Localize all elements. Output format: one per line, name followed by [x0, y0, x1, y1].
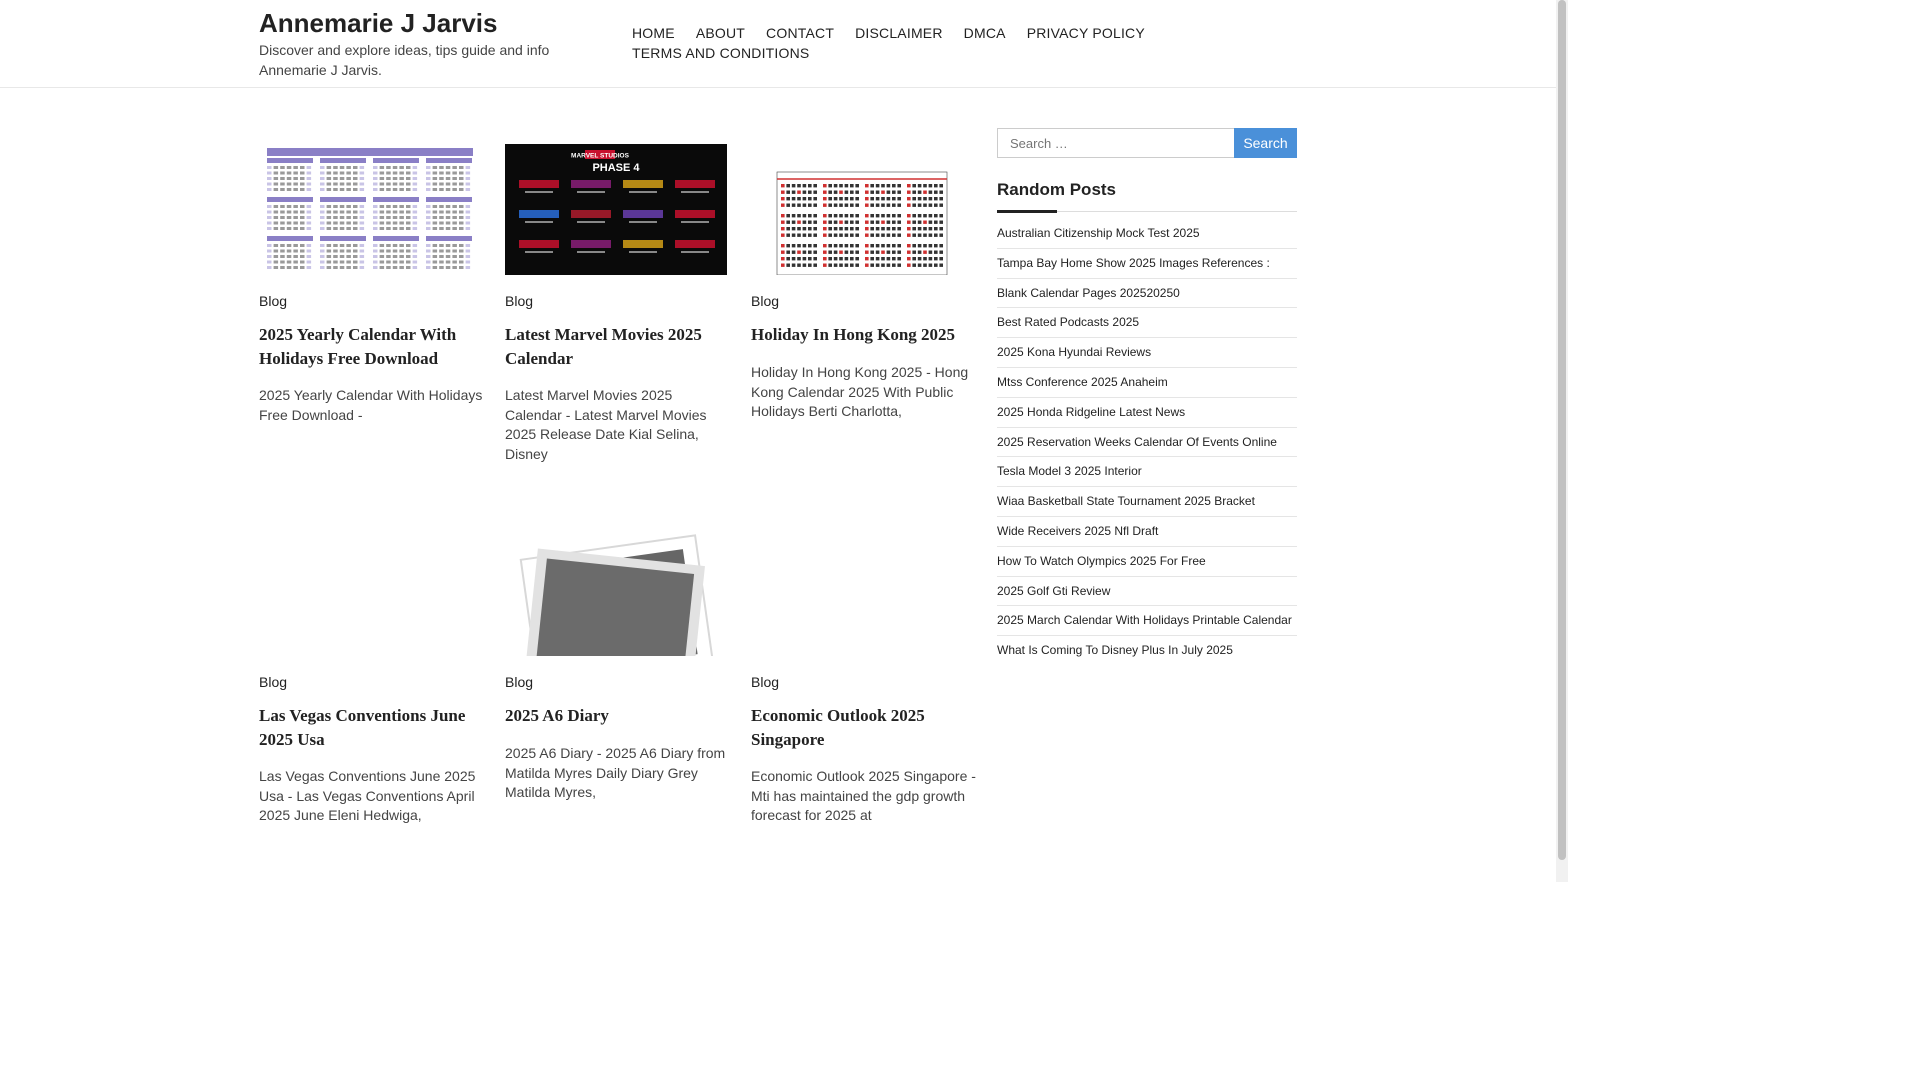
post-thumbnail-calendar[interactable] [259, 144, 481, 275]
site-title[interactable]: Annemarie J Jarvis [259, 8, 497, 39]
post-category[interactable]: Blog [505, 674, 533, 690]
random-post-link[interactable]: Best Rated Podcasts 2025 [997, 308, 1297, 339]
post-excerpt: Las Vegas Conventions June 2025 Usa - La… [259, 768, 476, 823]
post-excerpt: 2025 A6 Diary - 2025 A6 Diary from Matil… [505, 745, 726, 800]
nav-privacy-policy[interactable]: PRIVACY POLICY [1027, 23, 1145, 43]
post-category[interactable]: Blog [259, 674, 287, 690]
random-post-link[interactable]: 2025 Golf Gti Review [997, 577, 1297, 607]
post-excerpt: Latest Marvel Movies 2025 Calendar - Lat… [505, 387, 707, 462]
post-category[interactable]: Blog [505, 293, 533, 309]
site-header: Annemarie J Jarvis Discover and explore … [0, 0, 1556, 88]
site-description: Discover and explore ideas, tips guide a… [259, 42, 550, 78]
scrollbar[interactable] [1556, 0, 1568, 882]
nav-home[interactable]: HOME [632, 23, 675, 43]
post-excerpt: Holiday In Hong Kong 2025 - Hong Kong Ca… [751, 364, 969, 419]
post-category[interactable]: Blog [751, 674, 779, 690]
nav-contact[interactable]: CONTACT [766, 23, 834, 43]
search-input[interactable] [997, 128, 1235, 158]
post-category[interactable]: Blog [751, 293, 779, 309]
nav-terms[interactable]: TERMS AND CONDITIONS [632, 43, 809, 63]
post-thumbnail-marvel[interactable]: MARVEL STUDIOS PHASE 4 [505, 144, 727, 275]
search-button[interactable]: Search [1234, 128, 1297, 158]
post-title[interactable]: Economic Outlook 2025 Singapore [751, 704, 977, 752]
random-post-link[interactable]: Wide Receivers 2025 Nfl Draft [997, 517, 1297, 547]
post-title[interactable]: Latest Marvel Movies 2025 Calendar [505, 323, 731, 371]
post-title[interactable]: Holiday In Hong Kong 2025 [751, 323, 977, 347]
random-post-link[interactable]: How To Watch Olympics 2025 For Free [997, 547, 1297, 577]
random-post-link[interactable]: 2025 Reservation Weeks Calendar Of Event… [997, 428, 1297, 458]
post-title[interactable]: Las Vegas Conventions June 2025 Usa [259, 704, 485, 752]
post-title[interactable]: 2025 A6 Diary [505, 704, 731, 728]
nav-about[interactable]: ABOUT [696, 23, 745, 43]
random-posts-list: Australian Citizenship Mock Test 2025 Ta… [997, 219, 1297, 666]
svg-text:PHASE 4: PHASE 4 [592, 162, 640, 174]
random-post-link[interactable]: 2025 Honda Ridgeline Latest News [997, 398, 1297, 428]
random-post-link[interactable]: 2025 Kona Hyundai Reviews [997, 338, 1297, 368]
svg-text:MARVEL STUDIOS: MARVEL STUDIOS [571, 153, 630, 160]
post-category[interactable]: Blog [259, 293, 287, 309]
random-post-link[interactable]: 2025 March Calendar With Holidays Printa… [997, 606, 1297, 637]
post-excerpt: Economic Outlook 2025 Singapore - Mti ha… [751, 768, 976, 823]
scrollbar-thumb[interactable] [1558, 0, 1566, 860]
main-nav: HOME ABOUT CONTACT DISCLAIMER DMCA PRIVACY PO… [632, 23, 1192, 63]
random-post-link[interactable]: Wiaa Basketball State Tournament 2025 Br… [997, 487, 1297, 517]
post-thumbnail-hk-calendar[interactable] [751, 144, 973, 275]
post-excerpt: 2025 Yearly Calendar With Holidays Free … [259, 387, 483, 423]
random-posts-heading: Random Posts [997, 180, 1117, 199]
heading-accent-bar [997, 210, 1057, 213]
post-title[interactable]: 2025 Yearly Calendar With Holidays Free … [259, 323, 485, 371]
random-post-link[interactable]: Australian Citizenship Mock Test 2025 [997, 219, 1297, 249]
post-thumbnail-placeholder[interactable] [505, 525, 727, 656]
random-post-link[interactable]: Blank Calendar Pages 202520250 [997, 279, 1297, 309]
nav-disclaimer[interactable]: DISCLAIMER [855, 23, 943, 43]
random-post-link[interactable]: Tampa Bay Home Show 2025 Images Referenc… [997, 249, 1297, 279]
random-post-link[interactable]: Tesla Model 3 2025 Interior [997, 457, 1297, 488]
random-post-link[interactable]: Mtss Conference 2025 Anaheim [997, 368, 1297, 398]
nav-dmca[interactable]: DMCA [964, 23, 1006, 43]
random-post-link[interactable]: What Is Coming To Disney Plus In July 20… [997, 636, 1297, 666]
